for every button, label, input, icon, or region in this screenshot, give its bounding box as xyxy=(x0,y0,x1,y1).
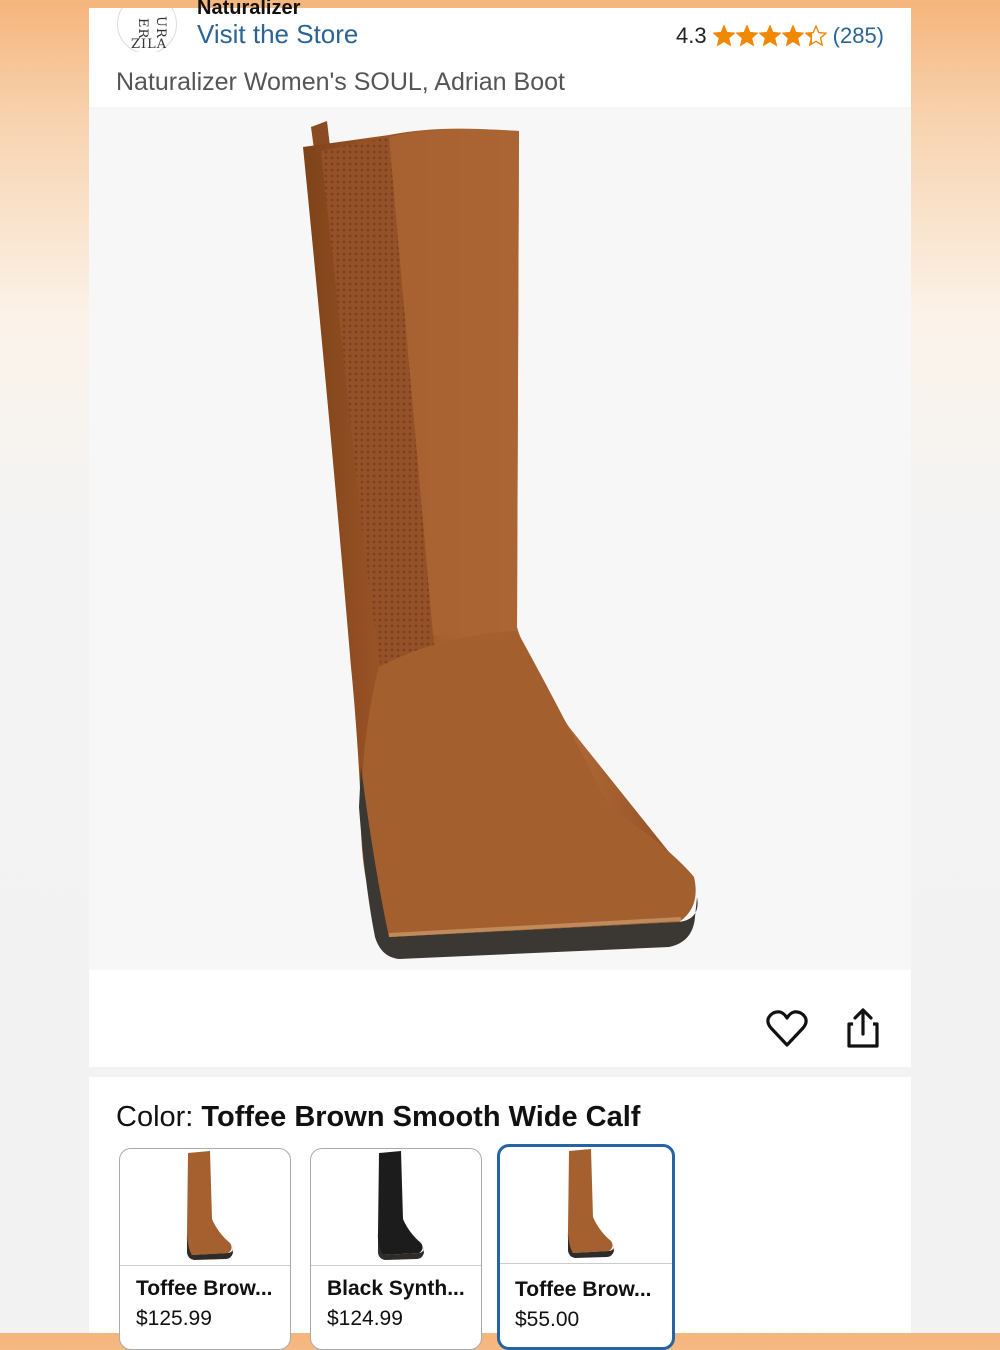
swatch-name: Toffee Brow... xyxy=(136,1277,273,1300)
svg-text:ZILA: ZILA xyxy=(131,37,167,52)
rating-stars xyxy=(712,25,827,47)
star-full-icon xyxy=(735,25,758,47)
product-actions-bar xyxy=(89,970,911,1067)
rating-count-link[interactable]: (285) xyxy=(833,23,884,49)
share-icon[interactable] xyxy=(842,1006,884,1050)
variant-selector-card: Color: Toffee Brown Smooth Wide Calf Tof… xyxy=(89,1077,911,1350)
product-main-image[interactable] xyxy=(89,107,911,970)
product-title: Naturalizer Women's SOUL, Adrian Boot xyxy=(116,68,565,96)
store-name: Naturalizer xyxy=(197,0,301,19)
visit-store-link[interactable]: Visit the Store xyxy=(197,19,358,50)
swatch-boot-image xyxy=(186,1151,233,1260)
heart-icon[interactable] xyxy=(765,1007,809,1051)
swatch-name: Black Synth... xyxy=(327,1277,465,1300)
svg-text:UR: UR xyxy=(153,16,168,39)
store-logo[interactable]: ER UR ZILA xyxy=(117,8,177,52)
star-full-icon xyxy=(712,25,735,47)
star-half-icon xyxy=(804,25,827,47)
selected-color-name: Toffee Brown Smooth Wide Calf xyxy=(201,1101,641,1133)
color-swatch[interactable]: Toffee Brow... $125.99 xyxy=(119,1148,291,1350)
star-full-icon xyxy=(758,25,781,47)
swatch-thumbnail xyxy=(120,1149,290,1266)
swatch-thumbnail xyxy=(500,1147,672,1264)
rating-value: 4.3 xyxy=(676,23,707,48)
swatch-boot-image xyxy=(567,1149,614,1258)
product-header-card: ER UR ZILA Naturalizer Visit the Store 4… xyxy=(89,0,911,1067)
swatch-price: $55.00 xyxy=(515,1308,580,1331)
store-logo-text: ER UR ZILA xyxy=(125,8,169,52)
store-logo-lettering: ER UR ZILA xyxy=(131,16,168,52)
color-swatch[interactable]: Black Synth... $124.99 xyxy=(310,1148,482,1350)
color-swatch[interactable]: Toffee Brow... $55.00 xyxy=(497,1144,675,1350)
color-label: Color: Toffee Brown Smooth Wide Calf xyxy=(116,1101,640,1134)
boot-foot xyxy=(360,631,696,937)
swatch-price: $125.99 xyxy=(136,1307,212,1330)
boot-illustration xyxy=(303,121,698,959)
swatch-boot-image xyxy=(377,1151,424,1260)
color-label-prefix: Color: xyxy=(116,1101,202,1133)
swatch-thumbnail xyxy=(311,1149,481,1266)
swatch-price: $124.99 xyxy=(327,1307,403,1330)
star-full-icon xyxy=(781,25,804,47)
rating-summary[interactable]: 4.3 (285) xyxy=(676,23,884,49)
swatch-name: Toffee Brow... xyxy=(515,1278,652,1301)
